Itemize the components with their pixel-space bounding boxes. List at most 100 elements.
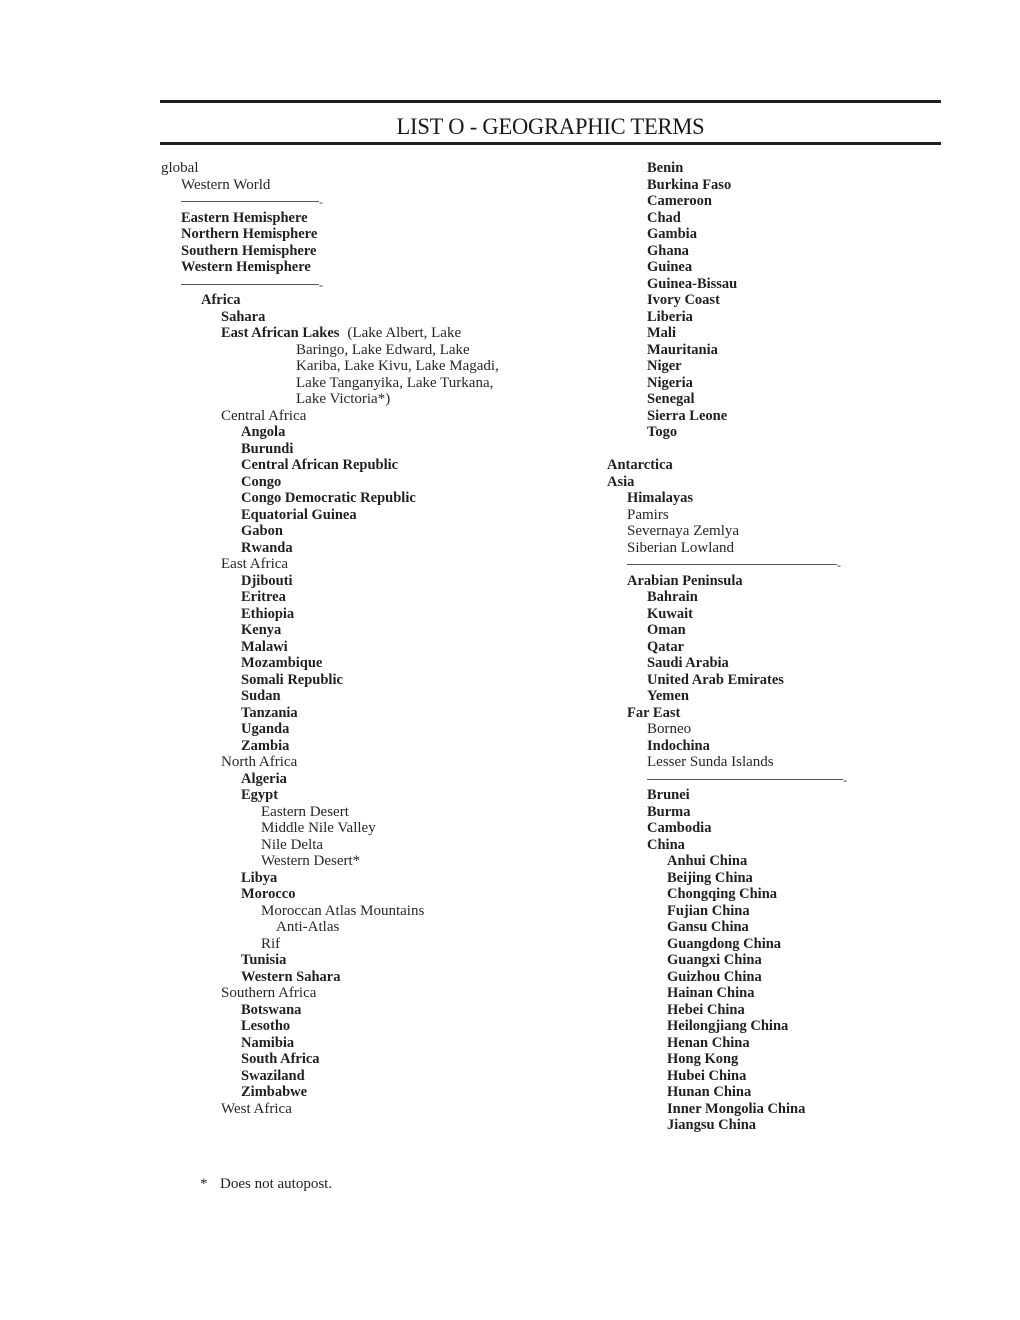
- term-label: Saudi Arabia: [647, 655, 729, 671]
- term-item: Himalayas: [607, 490, 937, 507]
- term-label: Lake Victoria*): [296, 391, 391, 407]
- term-label: Borneo: [647, 721, 692, 737]
- term-label: Congo Democratic Republic: [241, 490, 416, 506]
- term-item: Siberian Lowland: [607, 540, 937, 557]
- term-note: (Lake Albert, Lake: [347, 325, 462, 341]
- term-label: South Africa: [241, 1051, 320, 1067]
- divider-end: -: [319, 277, 323, 292]
- term-label: Heilongjiang China: [667, 1018, 789, 1034]
- divider-line: [181, 201, 319, 202]
- term-label: Southern Hemisphere: [181, 242, 317, 259]
- term-label: Ethiopia: [241, 605, 295, 622]
- term-item: Lesotho: [161, 1018, 581, 1035]
- term-label: Fujian China: [667, 902, 750, 919]
- term-label: Ghana: [647, 242, 689, 259]
- term-label: Cameroon: [647, 193, 712, 209]
- term-item: Borneo: [607, 721, 937, 738]
- term-item: Jiangsu China: [607, 1117, 937, 1134]
- term-item: Severnaya Zemlya: [607, 523, 937, 540]
- term-label: Benin: [647, 160, 684, 176]
- term-item: Ivory Coast: [607, 292, 937, 309]
- term-label: Kariba, Lake Kivu, Lake Magadi,: [296, 358, 499, 374]
- term-item: Nigeria: [607, 375, 937, 392]
- term-label: Nile Delta: [261, 836, 324, 853]
- term-label: Equatorial Guinea: [241, 506, 357, 523]
- divider-line: [647, 778, 843, 780]
- term-item: Southern Hemisphere: [161, 243, 581, 260]
- term-label: Burkina Faso: [647, 176, 732, 193]
- term-label: Kuwait: [647, 605, 693, 622]
- term-label: Severnaya Zemlya: [627, 523, 740, 539]
- term-label: Egypt: [241, 787, 279, 803]
- term-item: Benin: [607, 160, 937, 177]
- term-item: United Arab Emirates: [607, 672, 937, 689]
- term-item: Southern Africa: [161, 985, 581, 1002]
- term-label: Mozambique: [241, 655, 323, 671]
- term-label: Burundi: [241, 440, 294, 457]
- term-item: Hebei China: [607, 1002, 937, 1019]
- term-item: Northern Hemisphere: [161, 226, 581, 243]
- term-item: Bahrain: [607, 589, 937, 606]
- term-label: North Africa: [221, 754, 298, 770]
- term-item: Anhui China: [607, 853, 937, 870]
- term-item: Namibia: [161, 1035, 581, 1052]
- term-label: Somali Republic: [241, 671, 343, 688]
- term-label: Angola: [241, 424, 286, 440]
- term-note-continuation: Baringo, Lake Edward, Lake: [161, 342, 581, 359]
- section-divider: -: [161, 276, 581, 293]
- term-item: Nile Delta: [161, 837, 581, 854]
- term-label: Yemen: [647, 688, 689, 704]
- term-label: Inner Mongolia China: [667, 1100, 806, 1117]
- term-label: Botswana: [241, 1001, 302, 1018]
- term-item: Heilongjiang China: [607, 1018, 937, 1035]
- term-item: Kuwait: [607, 606, 937, 623]
- term-item: Kenya: [161, 622, 581, 639]
- term-label: Zambia: [241, 737, 290, 754]
- term-label: Guangdong China: [667, 935, 782, 952]
- term-label: Western Sahara: [241, 968, 341, 985]
- divider-line: [181, 283, 319, 285]
- term-label: Anti-Atlas: [276, 919, 340, 935]
- term-item: Burkina Faso: [607, 177, 937, 194]
- term-item: Gambia: [607, 226, 937, 243]
- term-label: Far East: [627, 704, 681, 721]
- term-item: Brunei: [607, 787, 937, 804]
- term-item: Angola: [161, 424, 581, 441]
- footnote-marker: *: [200, 1176, 208, 1192]
- term-label: Beijing China: [667, 869, 753, 886]
- term-item: North Africa: [161, 754, 581, 771]
- term-label: Gambia: [647, 226, 697, 242]
- term-label: Sierra Leone: [647, 407, 728, 424]
- term-item: Eastern Hemisphere: [161, 210, 581, 227]
- divider-end: -: [837, 558, 841, 572]
- term-item: Swaziland: [161, 1068, 581, 1085]
- term-label: Mali: [647, 325, 676, 341]
- term-item: Cameroon: [607, 193, 937, 210]
- section-divider: -: [607, 556, 937, 573]
- term-label: Baringo, Lake Edward, Lake: [296, 341, 470, 358]
- term-label: Oman: [647, 622, 686, 638]
- term-item: Western Sahara: [161, 969, 581, 986]
- term-label: Liberia: [647, 308, 693, 325]
- term-item: Western Desert*: [161, 853, 581, 870]
- term-item: Rif: [161, 936, 581, 953]
- term-item: West Africa: [161, 1101, 581, 1118]
- term-label: Western Hemisphere: [181, 259, 311, 275]
- term-label: Kenya: [241, 622, 282, 638]
- term-item: Togo: [607, 424, 937, 441]
- term-item: Tanzania: [161, 705, 581, 722]
- term-item: Guizhou China: [607, 969, 937, 986]
- term-label: Namibia: [241, 1034, 295, 1051]
- term-item: Congo: [161, 474, 581, 491]
- term-label: Siberian Lowland: [627, 539, 735, 556]
- term-label: Tunisia: [241, 952, 287, 968]
- term-item: Henan China: [607, 1035, 937, 1052]
- term-item: Eritrea: [161, 589, 581, 606]
- term-label: Pamirs: [627, 506, 669, 523]
- term-item: South Africa: [161, 1051, 581, 1068]
- term-item: Beijing China: [607, 870, 937, 887]
- term-item: Libya: [161, 870, 581, 887]
- term-label: Brunei: [647, 787, 690, 803]
- term-item: Gansu China: [607, 919, 937, 936]
